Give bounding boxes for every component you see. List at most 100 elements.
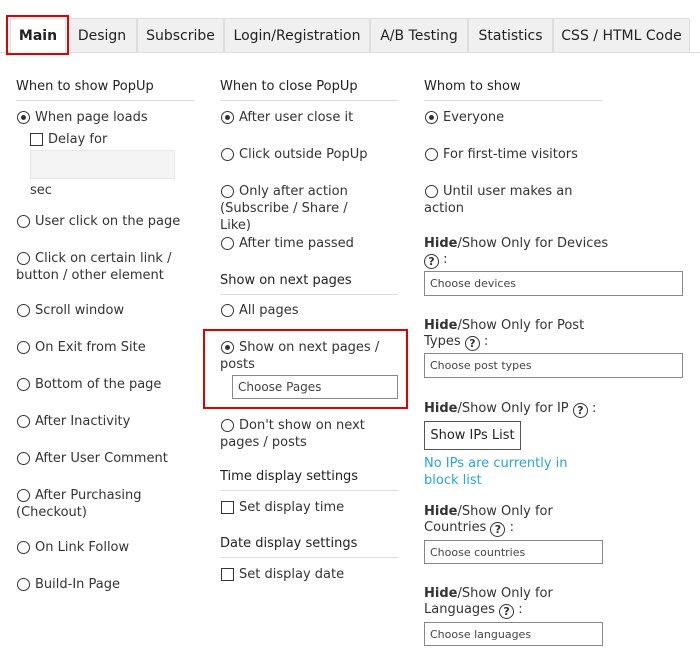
- tab-subscribe[interactable]: Subscribe: [137, 18, 224, 52]
- whom-to-show-heading: Whom to show: [424, 79, 521, 94]
- tab-bar: Main Design Subscribe Login/Registration…: [0, 0, 700, 55]
- after-purchasing-label: After Purchasing (Checkout): [16, 488, 142, 520]
- choose-pages-select[interactable]: Choose Pages: [232, 375, 398, 399]
- delay-sec-label: sec: [30, 183, 52, 198]
- show-on-next-pages-label: Show on next pages / posts: [220, 340, 380, 372]
- radio-all-pages[interactable]: [221, 304, 234, 317]
- build-in-page-label: Build-In Page: [35, 577, 121, 592]
- col2-heading-rule: [220, 100, 398, 101]
- ip-label-text: /Show Only for IP: [457, 401, 569, 416]
- delay-for-checkbox[interactable]: [30, 133, 43, 146]
- delay-seconds-input[interactable]: [30, 150, 175, 179]
- delay-for-label: Delay for: [48, 132, 108, 147]
- countries-line2: Countries ? :: [424, 519, 514, 537]
- dont-show-next-label: Don't show on next pages / posts: [220, 418, 365, 450]
- show-ips-list-button[interactable]: Show IPs List: [424, 421, 521, 450]
- languages-line2: Languages ? :: [424, 601, 523, 619]
- devices-colon: :: [443, 252, 448, 267]
- devices-help-line: ? :: [424, 251, 448, 269]
- after-user-close-label: After user close it: [239, 110, 354, 125]
- all-pages-label: All pages: [239, 303, 299, 318]
- col3-heading-rule: [424, 100, 602, 101]
- radio-after-time-passed[interactable]: [221, 237, 234, 250]
- set-display-time-checkbox[interactable]: [221, 501, 234, 514]
- devices-label-text: /Show Only for Devices: [457, 236, 609, 251]
- post-types-colon: :: [483, 334, 489, 349]
- after-inactivity-label: After Inactivity: [35, 414, 131, 429]
- countries-hide-word: Hide: [424, 504, 458, 519]
- devices-hide-word: Hide: [424, 236, 458, 251]
- after-user-comment-label: After User Comment: [35, 451, 168, 466]
- devices-help-icon[interactable]: ?: [424, 254, 439, 269]
- tab-login-registration[interactable]: Login/Registration: [224, 18, 370, 52]
- until-user-action-label: Until user makes an action: [424, 184, 573, 216]
- when-to-close-heading: When to close PopUp: [220, 79, 358, 94]
- choose-languages-select[interactable]: Choose languages: [424, 622, 603, 646]
- countries-word: Countries: [424, 520, 487, 535]
- on-exit-label: On Exit from Site: [35, 340, 146, 355]
- when-page-loads-label: When page loads: [35, 110, 148, 125]
- set-display-date-checkbox[interactable]: [221, 568, 234, 581]
- post-hide-word: Hide: [424, 318, 458, 333]
- radio-after-user-close[interactable]: [221, 111, 234, 124]
- bottom-of-page-label: Bottom of the page: [35, 377, 162, 392]
- click-outside-label: Click outside PopUp: [239, 147, 368, 162]
- after-time-passed-label: After time passed: [239, 236, 354, 251]
- time-display-heading: Time display settings: [220, 469, 359, 484]
- on-link-follow-label: On Link Follow: [35, 540, 130, 555]
- languages-help-icon[interactable]: ?: [499, 604, 515, 619]
- first-time-visitors-label: For first-time visitors: [443, 147, 578, 162]
- tab-statistics[interactable]: Statistics: [468, 18, 553, 52]
- radio-first-time-visitors[interactable]: [425, 148, 438, 161]
- everyone-label: Everyone: [443, 110, 505, 125]
- radio-build-in-page[interactable]: [17, 578, 30, 591]
- radio-on-exit[interactable]: [17, 341, 30, 354]
- only-after-action-label: Only after action (Subscribe / Share / L…: [220, 184, 348, 233]
- post-label-text: /Show Only for Post: [457, 318, 585, 333]
- no-ips-notice: No IPs are currently in block list: [424, 456, 568, 488]
- radio-user-click[interactable]: [17, 215, 30, 228]
- choose-countries-select[interactable]: Choose countries: [424, 540, 603, 564]
- col2-next-pages-rule: [220, 294, 398, 295]
- set-display-time-label: Set display time: [239, 500, 345, 515]
- tab-css-html-code[interactable]: CSS / HTML Code: [553, 18, 690, 52]
- post-types-line2: Types ? :: [424, 333, 488, 351]
- click-certain-link-label: Click on certain link / button / other e…: [16, 251, 172, 283]
- choose-post-types-select[interactable]: Choose post types: [424, 353, 683, 378]
- countries-help-icon[interactable]: ?: [490, 522, 506, 537]
- radio-scroll-window[interactable]: [17, 304, 30, 317]
- radio-when-page-loads[interactable]: [17, 111, 30, 124]
- languages-colon: :: [518, 602, 523, 617]
- radio-after-inactivity[interactable]: [17, 415, 30, 428]
- radio-after-user-comment[interactable]: [17, 452, 30, 465]
- radio-click-outside[interactable]: [221, 148, 234, 161]
- post-types-label: Hide/Show Only for Post: [424, 317, 584, 334]
- radio-everyone[interactable]: [425, 111, 438, 124]
- countries-label: Hide/Show Only for: [424, 503, 553, 520]
- col2-date-rule: [220, 557, 398, 558]
- set-display-date-label: Set display date: [239, 567, 345, 582]
- ip-help-icon[interactable]: ?: [572, 403, 588, 418]
- when-to-show-heading: When to show PopUp: [16, 79, 154, 94]
- post-types-word: Types: [424, 334, 461, 349]
- countries-colon: :: [509, 520, 515, 535]
- tab-design[interactable]: Design: [67, 18, 137, 52]
- radio-on-link-follow[interactable]: [17, 541, 30, 554]
- languages-label: Hide/Show Only for: [424, 585, 553, 602]
- date-display-heading: Date display settings: [220, 536, 358, 551]
- scroll-window-label: Scroll window: [35, 303, 125, 318]
- col2-time-rule: [220, 490, 398, 491]
- tab-ab-testing[interactable]: A/B Testing: [370, 18, 468, 52]
- countries-label-text: /Show Only for: [457, 504, 553, 519]
- show-on-next-pages-heading: Show on next pages: [220, 273, 352, 288]
- col1-heading-rule: [16, 100, 194, 101]
- languages-word: Languages: [424, 602, 495, 617]
- tab-bar-divider: [0, 52, 700, 53]
- ip-label: Hide/Show Only for IP ? :: [424, 400, 596, 418]
- languages-hide-word: Hide: [424, 586, 458, 601]
- languages-label-text: /Show Only for: [457, 586, 553, 601]
- post-types-help-icon[interactable]: ?: [464, 336, 480, 351]
- ip-colon: :: [591, 401, 597, 416]
- radio-bottom-of-page[interactable]: [17, 378, 30, 391]
- choose-devices-select[interactable]: Choose devices: [424, 271, 683, 296]
